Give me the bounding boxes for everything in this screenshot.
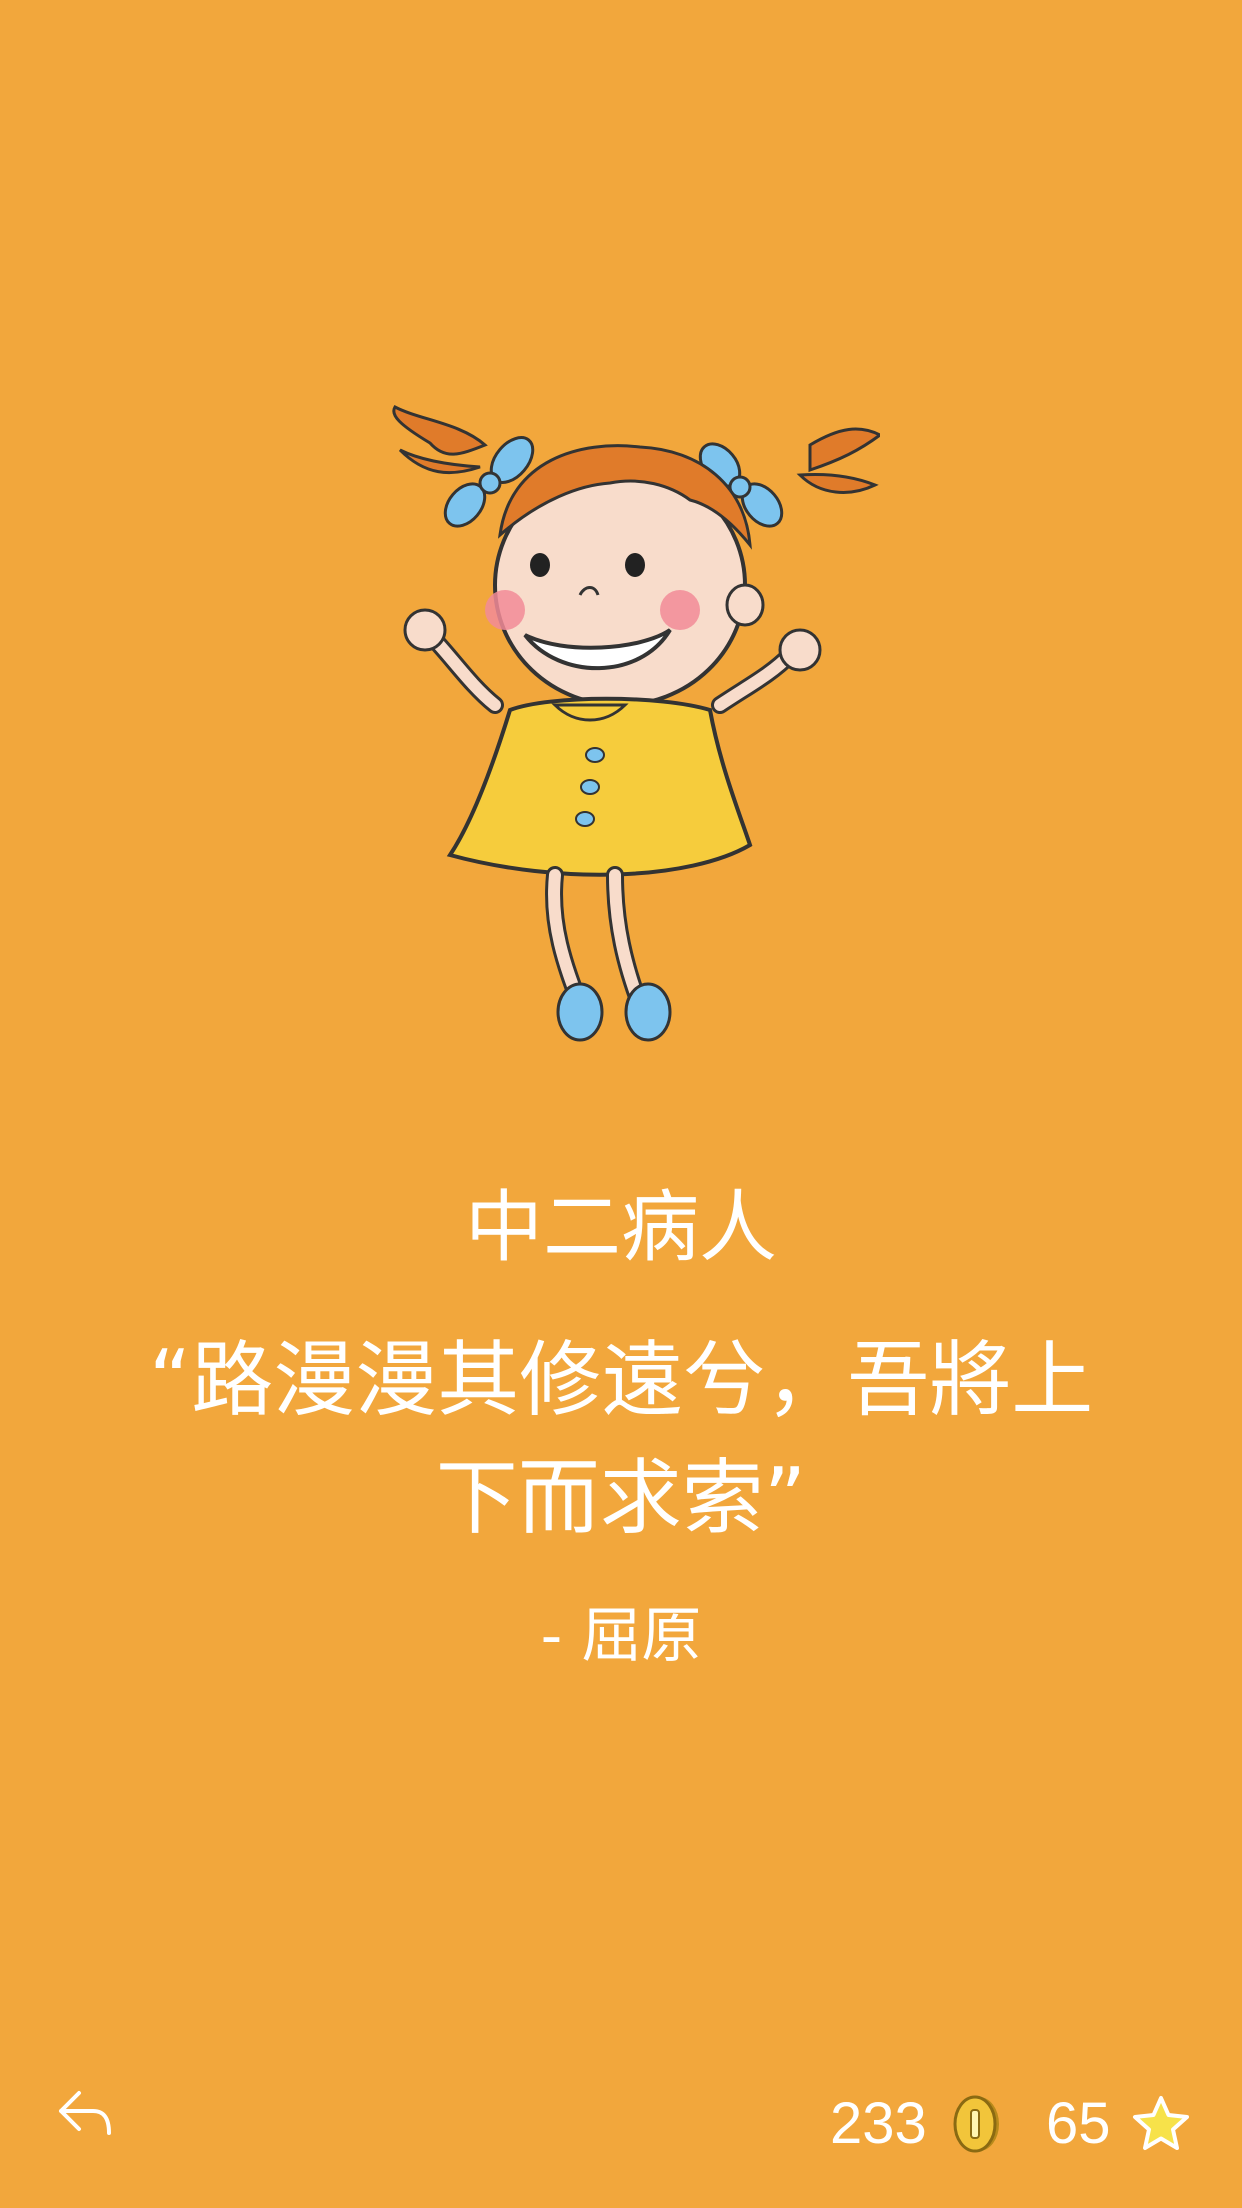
back-button[interactable] bbox=[52, 2083, 118, 2145]
coin-icon bbox=[953, 2095, 999, 2153]
star-counter: 65 bbox=[1046, 2084, 1191, 2164]
girl-cartoon-illustration bbox=[392, 405, 880, 1042]
quote-text: “路漫漫其修遠兮，吾將上下而求索” bbox=[148, 1333, 1094, 1546]
reply-arrow-icon bbox=[59, 2091, 111, 2135]
star-count: 65 bbox=[1046, 2091, 1111, 2156]
coin-counter: 233 bbox=[830, 2084, 1007, 2164]
level-title: 中二病人 bbox=[464, 1183, 777, 1273]
star-icon bbox=[1132, 2096, 1189, 2150]
quote-screen: 中二病人 “路漫漫其修遠兮，吾將上下而求索” - 屈原 233 65 bbox=[0, 0, 1242, 2208]
quote-author: - 屈原 bbox=[540, 1601, 702, 1671]
coin-count: 233 bbox=[830, 2091, 927, 2156]
